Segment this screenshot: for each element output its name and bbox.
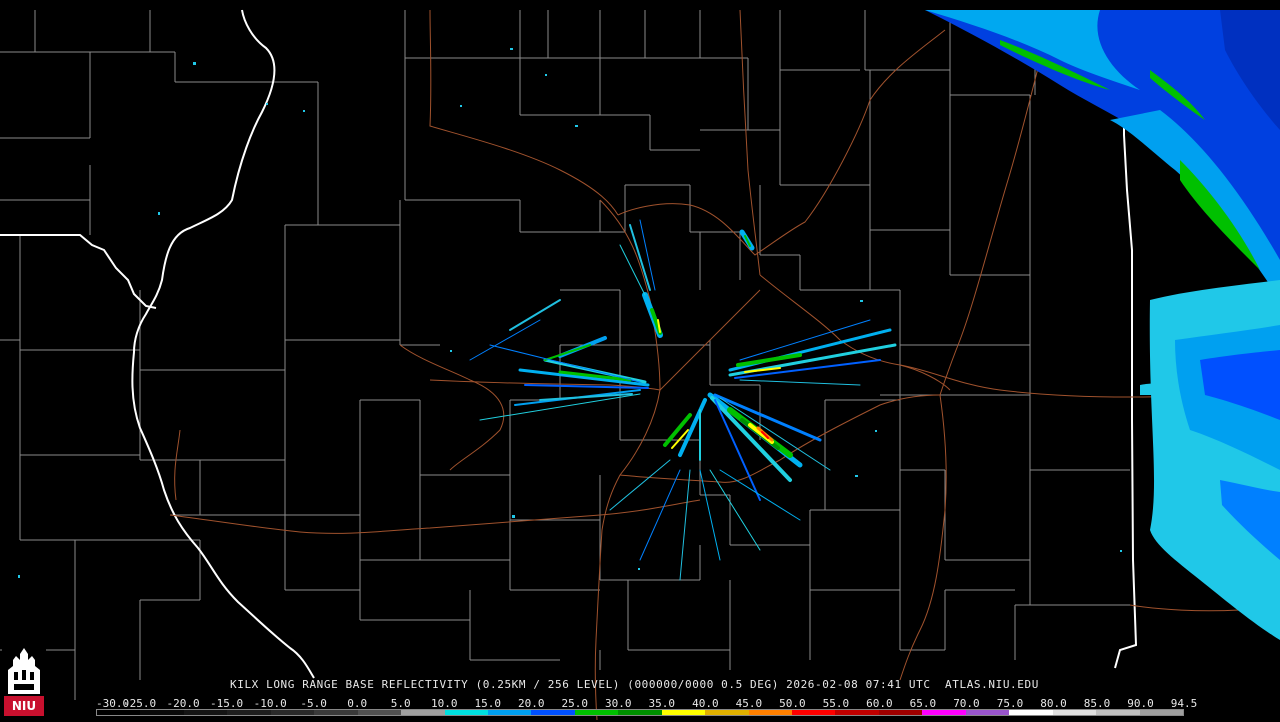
niu-logo: NIU [2,646,46,718]
highways [169,9,1280,720]
colorbar-segment [183,710,228,715]
colorbar-segment [227,710,271,715]
colorbar-segment [878,710,923,715]
colorbar-segment [835,710,879,715]
echo-east [728,319,897,386]
product-caption: KILX LONG RANGE BASE REFLECTIVITY (0.25K… [230,678,1039,691]
colorbar-segment [792,710,836,715]
color-scale-labels: -30.0 -25.0 -20.0 -15.0 -10.0 -5.0 0.0 5.0 10.0 1… [92,697,1197,710]
echo-east-band [1140,280,1280,640]
colorbar-segment [444,710,488,715]
echo-northeast-band [925,10,1280,300]
radar-map [0,9,1280,720]
reflectivity-colorbar [96,709,1184,716]
radar-reflectivity-kilx [18,10,1280,640]
colorbar-segment [314,710,358,715]
colorbar-segment [140,710,184,715]
colorbar-segment [357,710,402,715]
colorbar-segment [1096,710,1140,715]
colorbar-segment [965,710,1010,715]
colorbar-segment [618,710,662,715]
colorbar-segment [1052,710,1097,715]
colorbar-segment [705,710,749,715]
colorbar-segment [1139,710,1183,715]
colorbar-segment [97,710,141,715]
colorbar-segment [748,710,792,715]
echo-southeast [663,392,831,501]
colorbar-segment [661,710,706,715]
colorbar-segment [270,710,315,715]
colorbar-segment [922,710,966,715]
colorbar-segment [574,710,619,715]
state-boundaries [0,9,1138,679]
colorbar-segment [487,710,532,715]
colorbar-segment [1009,710,1053,715]
echo-south-scatter [609,459,801,581]
echo-west [469,299,650,421]
colorbar-segment [531,710,575,715]
echo-speckles [18,48,1122,578]
colorbar-segment [401,710,445,715]
logo-text: NIU [11,699,37,713]
